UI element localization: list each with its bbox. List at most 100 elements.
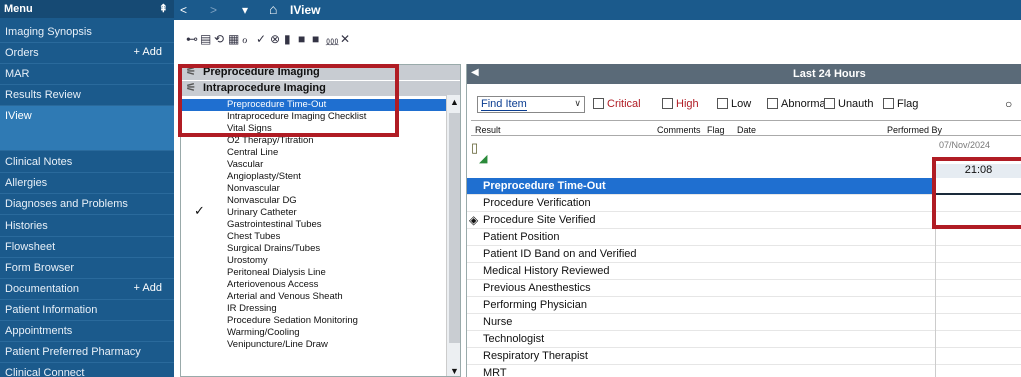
column-header[interactable]: Flag	[707, 125, 725, 135]
collapse-left-icon[interactable]: ◀	[471, 67, 479, 78]
find-item-dropdown[interactable]: Find Item ∨	[477, 96, 585, 113]
sidebar-item[interactable]: MAR	[0, 64, 174, 85]
row-label: Nurse	[483, 316, 513, 328]
row-label: Patient ID Band on and Verified	[483, 248, 637, 260]
sidebar-item[interactable]: Histories	[0, 216, 174, 237]
navigator-section[interactable]: Arteriovenous Access	[181, 279, 446, 291]
navigator-section[interactable]: Surgical Drains/Tubes	[181, 243, 446, 255]
navigator-section[interactable]: Arterial and Venous Sheath	[181, 291, 446, 303]
scroll-thumb[interactable]	[449, 113, 460, 343]
sidebar-item[interactable]: Orders + Add	[0, 43, 174, 64]
toolbar-icon[interactable]: ▤	[200, 32, 211, 46]
navigator-section[interactable]: Nonvascular DG	[181, 195, 446, 207]
value-cell[interactable]	[935, 348, 1021, 365]
page-title: IView	[290, 3, 321, 17]
value-cell[interactable]	[935, 263, 1021, 280]
toolbar-icon[interactable]: ℴ	[242, 32, 248, 46]
grid-row[interactable]: Nurse	[467, 314, 1021, 331]
history-dropdown-icon[interactable]: ▾	[242, 3, 248, 17]
filter-checkbox[interactable]: Abnormal	[767, 98, 828, 110]
sidebar-item[interactable]: Results Review	[0, 85, 174, 106]
menu-title: Menu	[4, 3, 33, 15]
grid-row[interactable]: Medical History Reviewed	[467, 263, 1021, 280]
scroll-up-icon[interactable]: ▲	[450, 97, 459, 107]
toolbar-icon[interactable]: ⟲	[214, 32, 224, 46]
row-label: Procedure Verification	[483, 197, 591, 209]
navigator-section[interactable]: Chest Tubes	[181, 231, 446, 243]
grid-row[interactable]: Performing Physician	[467, 297, 1021, 314]
sidebar-item[interactable]: Form Browser	[0, 258, 174, 279]
toolbar-icon[interactable]: ■	[312, 32, 319, 46]
sidebar-item[interactable]: Patient Preferred Pharmacy	[0, 342, 174, 363]
toolbar-icon[interactable]: ⅏	[326, 32, 338, 49]
menu-sidebar: Menu ⇞ Imaging Synopsis Orders + Add MAR Res…	[0, 0, 174, 377]
sidebar-item[interactable]: Clinical Connect	[0, 363, 174, 377]
sidebar-item[interactable]: Imaging Synopsis	[0, 22, 174, 43]
column-header[interactable]: Date	[737, 125, 756, 135]
sidebar-item[interactable]: IView	[0, 106, 174, 151]
sidebar-item[interactable]: Documentation + Add	[0, 279, 174, 300]
documentation-icon[interactable]: ▯	[471, 140, 478, 156]
filter-checkbox[interactable]: Critical	[593, 98, 641, 110]
navigator-section[interactable]: Nonvascular	[181, 183, 446, 195]
grid-row[interactable]: Patient Position	[467, 229, 1021, 246]
menu-header: Menu ⇞	[0, 0, 174, 18]
back-button[interactable]: <	[180, 3, 187, 17]
sidebar-item[interactable]: Flowsheet	[0, 237, 174, 258]
edit-icon[interactable]: ◢	[479, 152, 487, 165]
value-cell[interactable]	[935, 229, 1021, 246]
filter-checkbox[interactable]: Low	[717, 98, 751, 110]
forward-button[interactable]: >	[210, 3, 217, 17]
add-button[interactable]: + Add	[134, 282, 162, 294]
grid-row[interactable]: MRT	[467, 365, 1021, 377]
toolbar-icon[interactable]: ⊗	[270, 32, 280, 46]
value-cell[interactable]	[935, 280, 1021, 297]
sidebar-item[interactable]: Appointments	[0, 321, 174, 342]
grid-row[interactable]: Patient ID Band on and Verified	[467, 246, 1021, 263]
value-cell[interactable]	[935, 365, 1021, 377]
toolbar-icon[interactable]: ▦	[228, 32, 239, 46]
value-cell[interactable]	[935, 246, 1021, 263]
toolbar-icon[interactable]: ■	[298, 32, 305, 46]
grid-row[interactable]: Previous Anesthestics	[467, 280, 1021, 297]
value-cell[interactable]	[935, 297, 1021, 314]
navigator-section[interactable]: Peritoneal Dialysis Line	[181, 267, 446, 279]
scroll-down-icon[interactable]: ▼	[450, 366, 459, 376]
toolbar-icon[interactable]: ⊷	[186, 32, 198, 46]
column-header[interactable]: Performed By	[887, 125, 942, 135]
sidebar-item[interactable]: Allergies	[0, 173, 174, 194]
add-button[interactable]: + Add	[134, 46, 162, 58]
navigator-section[interactable]: Gastrointestinal Tubes	[181, 219, 446, 231]
navigator-scrollbar[interactable]: ▲ ▼	[446, 95, 460, 376]
title-bar: < > ▾ ⌂ IView	[174, 0, 1021, 20]
navigator-section[interactable]: Urostomy	[181, 255, 446, 267]
radio-option[interactable]: ○	[1005, 97, 1012, 111]
pin-icon[interactable]: ⇞	[159, 2, 168, 15]
navigator-section[interactable]: Urinary Catheter	[181, 207, 446, 219]
sidebar-item-label: Diagnoses and Problems	[5, 198, 128, 210]
navigator-section[interactable]: Procedure Sedation Monitoring	[181, 315, 446, 327]
toolbar-icon[interactable]: ✕	[340, 32, 350, 46]
grid-row[interactable]: Technologist	[467, 331, 1021, 348]
filter-checkbox[interactable]: Unauth	[824, 98, 873, 110]
value-cell[interactable]	[935, 331, 1021, 348]
toolbar-icon[interactable]: ✓	[256, 32, 266, 46]
sidebar-item[interactable]: Clinical Notes	[0, 152, 174, 173]
row-label: Patient Position	[483, 231, 560, 243]
filter-checkbox[interactable]: High	[662, 98, 699, 110]
navigator-section[interactable]: IR Dressing	[181, 303, 446, 315]
value-cell[interactable]	[935, 314, 1021, 331]
column-header[interactable]: Comments	[657, 125, 701, 135]
filter-checkbox[interactable]: Flag	[883, 98, 918, 110]
column-header[interactable]: Result	[475, 125, 501, 135]
sidebar-item[interactable]: Diagnoses and Problems	[0, 194, 174, 215]
home-icon[interactable]: ⌂	[269, 1, 277, 17]
toolbar-icon[interactable]: ▮	[284, 32, 291, 46]
navigator-section[interactable]: Venipuncture/Line Draw	[181, 339, 446, 351]
navigator-section[interactable]: Vascular	[181, 159, 446, 171]
navigator-section[interactable]: Angioplasty/Stent	[181, 171, 446, 183]
navigator-section[interactable]: Central Line	[181, 147, 446, 159]
sidebar-item[interactable]: Patient Information	[0, 300, 174, 321]
navigator-section[interactable]: Warming/Cooling	[181, 327, 446, 339]
grid-row[interactable]: Respiratory Therapist	[467, 348, 1021, 365]
